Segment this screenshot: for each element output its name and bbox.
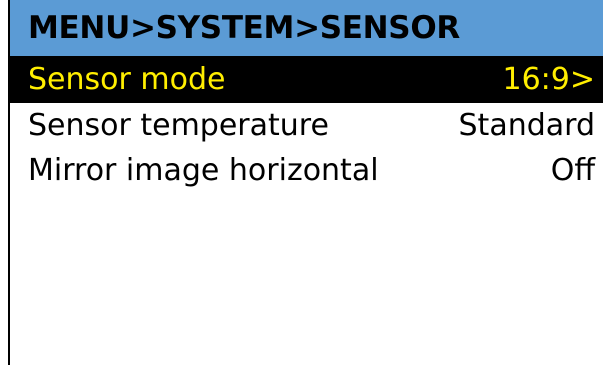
menu-screen: MENU>SYSTEM>SENSOR Sensor mode 16:9> Sen… xyxy=(8,0,603,365)
menu-item-label: Mirror image horizontal xyxy=(28,153,379,188)
menu-item-label: Sensor mode xyxy=(28,62,226,97)
menu-item-value: 16:9> xyxy=(502,62,595,97)
breadcrumb-text: MENU>SYSTEM>SENSOR xyxy=(28,10,460,46)
menu-item-value: Standard xyxy=(458,108,595,143)
menu-item-value: Off xyxy=(550,153,595,188)
menu-item-label: Sensor temperature xyxy=(28,108,329,143)
menu-list: Sensor mode 16:9> Sensor temperature Sta… xyxy=(10,56,603,193)
menu-item-sensor-mode[interactable]: Sensor mode 16:9> xyxy=(10,56,603,103)
menu-item-mirror-image-horizontal[interactable]: Mirror image horizontal Off xyxy=(10,148,603,193)
breadcrumb: MENU>SYSTEM>SENSOR xyxy=(10,0,603,56)
menu-item-sensor-temperature[interactable]: Sensor temperature Standard xyxy=(10,103,603,148)
